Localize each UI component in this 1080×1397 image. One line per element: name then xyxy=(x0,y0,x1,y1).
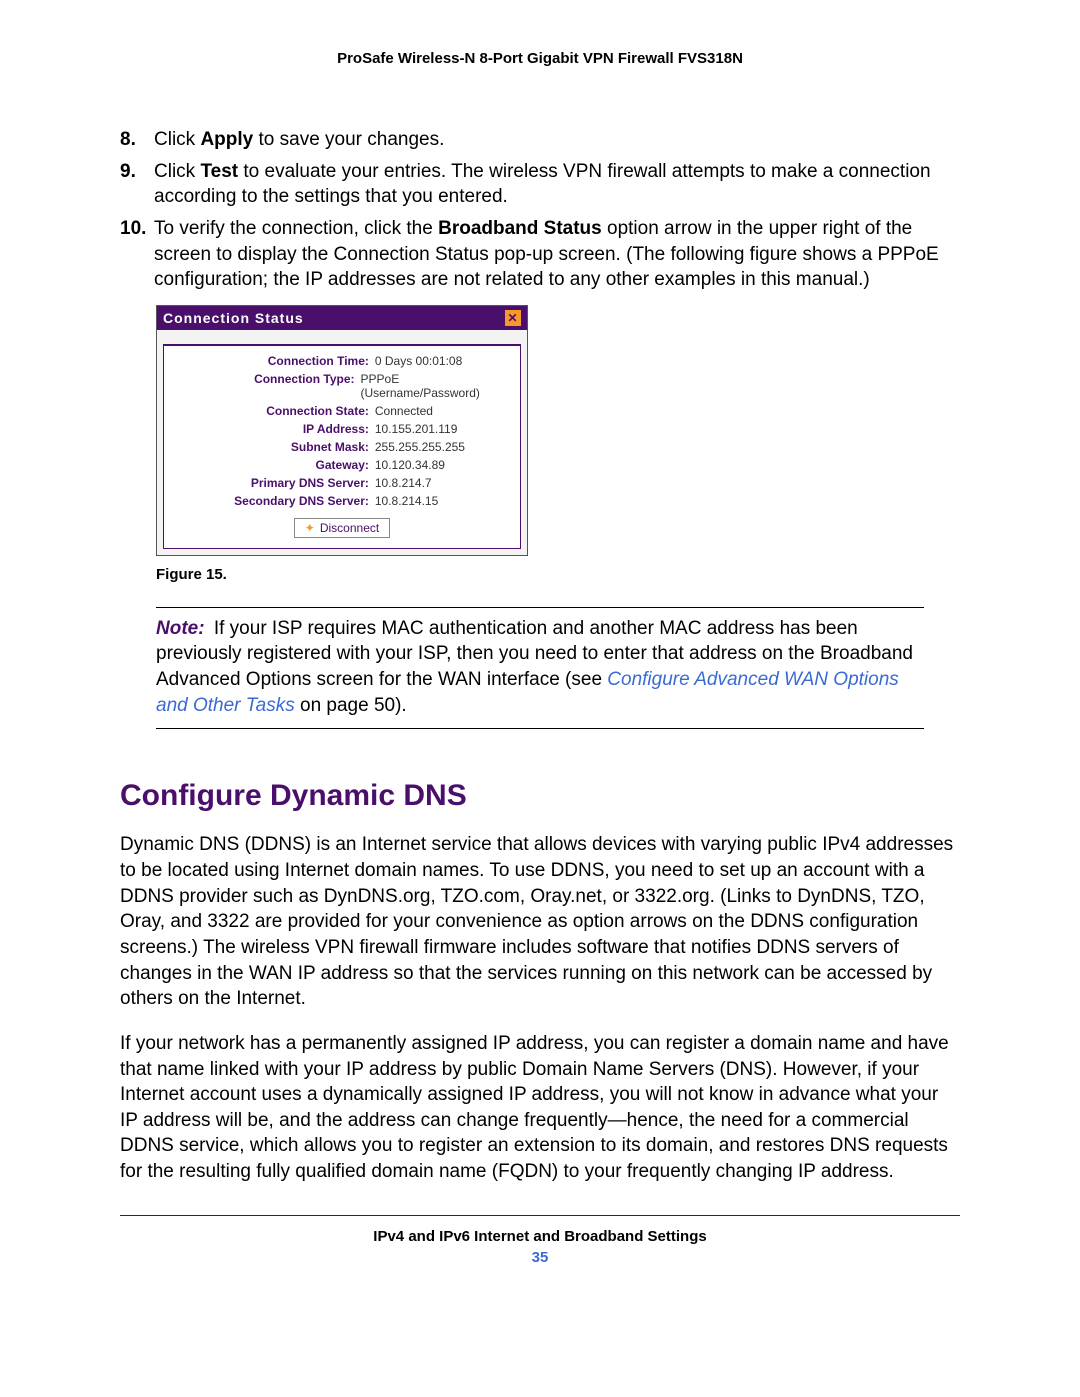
step-9: 9. Click Test to evaluate your entries. … xyxy=(120,159,960,210)
note-block: Note: If your ISP requires MAC authentic… xyxy=(156,607,924,730)
disconnect-button[interactable]: ✦ Disconnect xyxy=(294,518,390,538)
label: Connection Type: xyxy=(174,372,361,400)
footer-rule xyxy=(120,1215,960,1216)
popup-titlebar: Connection Status ✕ xyxy=(157,306,527,330)
note-label: Note: xyxy=(156,618,205,639)
row-conn-state: Connection State: Connected xyxy=(164,402,520,420)
page: ProSafe Wireless-N 8-Port Gigabit VPN Fi… xyxy=(0,0,1080,1397)
value: Connected xyxy=(375,404,433,418)
label: Connection State: xyxy=(174,404,375,418)
note-text-after: on page 50). xyxy=(300,695,407,716)
apply-bold: Apply xyxy=(200,129,253,150)
step-text: To verify the connection, click the Broa… xyxy=(154,216,960,293)
row-gateway: Gateway: 10.120.34.89 xyxy=(164,456,520,474)
document-title: ProSafe Wireless-N 8-Port Gigabit VPN Fi… xyxy=(120,50,960,67)
section-heading: Configure Dynamic DNS xyxy=(120,779,960,813)
popup-section: Connection Time: 0 Days 00:01:08 Connect… xyxy=(163,345,521,549)
value: 10.8.214.7 xyxy=(375,476,432,490)
figure-caption: Figure 15. xyxy=(156,566,960,583)
value: 10.8.214.15 xyxy=(375,494,438,508)
text: to save your changes. xyxy=(253,129,444,150)
step-text: Click Test to evaluate your entries. The… xyxy=(154,159,960,210)
text: Click xyxy=(154,129,200,150)
value: 10.155.201.119 xyxy=(375,422,458,436)
row-subnet: Subnet Mask: 255.255.255.255 xyxy=(164,438,520,456)
step-number: 10. xyxy=(120,216,154,293)
value: 255.255.255.255 xyxy=(375,440,465,454)
step-number: 9. xyxy=(120,159,154,210)
page-number: 35 xyxy=(120,1249,960,1266)
step-10: 10. To verify the connection, click the … xyxy=(120,216,960,293)
broadband-status-bold: Broadband Status xyxy=(438,218,602,239)
row-conn-time: Connection Time: 0 Days 00:01:08 xyxy=(164,352,520,370)
value: 10.120.34.89 xyxy=(375,458,445,472)
label: Primary DNS Server: xyxy=(174,476,375,490)
test-bold: Test xyxy=(200,161,238,182)
paragraph-2: If your network has a permanently assign… xyxy=(120,1031,960,1185)
disconnect-label: Disconnect xyxy=(320,521,379,535)
numbered-steps: 8. Click Apply to save your changes. 9. … xyxy=(120,127,960,293)
button-row: ✦ Disconnect xyxy=(164,518,520,538)
value: PPPoE (Username/Password) xyxy=(361,372,510,400)
text: To verify the connection, click the xyxy=(154,218,438,239)
step-number: 8. xyxy=(120,127,154,153)
row-dns-primary: Primary DNS Server: 10.8.214.7 xyxy=(164,474,520,492)
popup-body: Connection Time: 0 Days 00:01:08 Connect… xyxy=(157,330,527,555)
footer-section-title: IPv4 and IPv6 Internet and Broadband Set… xyxy=(120,1228,960,1245)
label: Secondary DNS Server: xyxy=(174,494,375,508)
step-8: 8. Click Apply to save your changes. xyxy=(120,127,960,153)
paragraph-1: Dynamic DNS (DDNS) is an Internet servic… xyxy=(120,832,960,1011)
text: Click xyxy=(154,161,200,182)
row-dns-secondary: Secondary DNS Server: 10.8.214.15 xyxy=(164,492,520,510)
row-conn-type: Connection Type: PPPoE (Username/Passwor… xyxy=(164,370,520,402)
close-icon[interactable]: ✕ xyxy=(505,310,521,326)
disconnect-icon: ✦ xyxy=(305,521,315,535)
label: Connection Time: xyxy=(174,354,375,368)
connection-status-popup: Connection Status ✕ Connection Time: 0 D… xyxy=(156,305,528,556)
label: Subnet Mask: xyxy=(174,440,375,454)
label: Gateway: xyxy=(174,458,375,472)
row-ip: IP Address: 10.155.201.119 xyxy=(164,420,520,438)
popup-title: Connection Status xyxy=(163,310,304,326)
value: 0 Days 00:01:08 xyxy=(375,354,462,368)
label: IP Address: xyxy=(174,422,375,436)
step-text: Click Apply to save your changes. xyxy=(154,127,960,153)
text: to evaluate your entries. The wireless V… xyxy=(154,161,931,208)
